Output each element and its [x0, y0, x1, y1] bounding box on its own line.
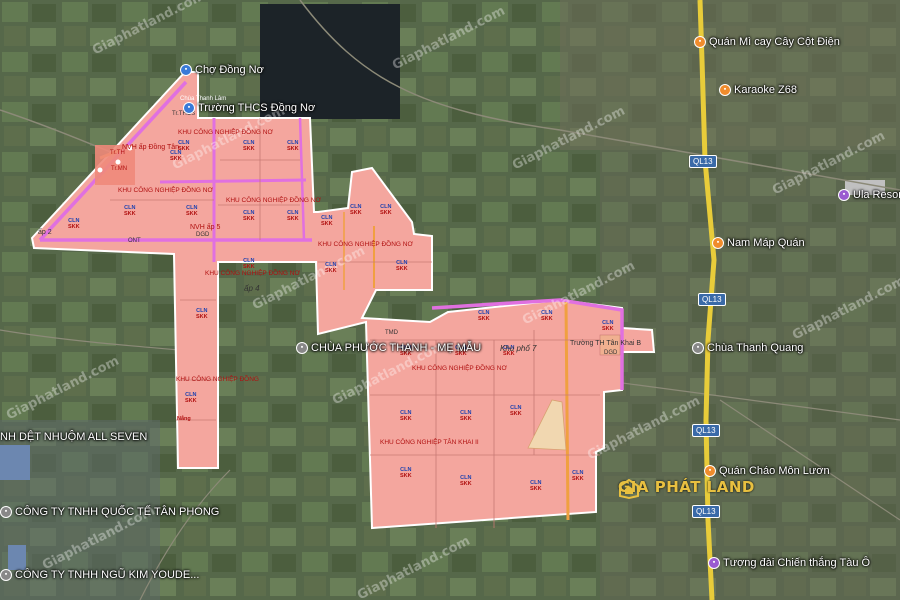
zone-label: KHU CÔNG NGHIỆP ĐỒNG NƠ [178, 129, 274, 136]
zone-label: KHU CÔNG NGHIỆP ĐỒNG NƠ [118, 187, 214, 194]
poi-cong-ty-tan-phong[interactable]: ▪ CÔNG TY TNHH QUỐC TẾ TÂN PHONG [0, 506, 219, 518]
parcel-label: CLN SKK [350, 204, 362, 216]
zone-label: KHU CÔNG NGHIỆP ĐỒNG NƠ [412, 365, 508, 372]
place-label: NVH ấp Đồng Tân [122, 144, 180, 151]
poi-nam-map-quan[interactable]: ▪ Nam Máp Quán [712, 237, 805, 249]
parcel-label: CLN SKK [321, 215, 333, 227]
school-icon: ▪ [183, 102, 195, 114]
parcel-label: CLN SKK [287, 210, 299, 222]
poi-cong-ty-ngu-kim[interactable]: ▪ CÔNG TY TNHH NGŨ KIM YOUDE... [0, 569, 199, 581]
resort-icon: ▪ [838, 189, 850, 201]
highway-badge: QL13 [692, 424, 720, 437]
place-label: DGD [604, 350, 618, 356]
poi-cho-dong-no[interactable]: ▪ Chợ Đồng Nơ [180, 64, 264, 76]
company-icon: ▪ [0, 506, 12, 518]
parcel-label: CLN SKK [186, 205, 198, 217]
poi-ula-resort[interactable]: ▪Ula Resort Củ Chi [838, 189, 900, 201]
parcel-label: CLN SKK [460, 475, 472, 487]
restaurant-icon: ▪ [704, 465, 716, 477]
poi-det-nhuom-all-seven[interactable]: NH DỆT NHUỘM ALL SEVEN [0, 431, 147, 443]
zone-label: KHU CÔNG NGHIỆP ĐỒNG NƠ [318, 241, 414, 248]
zone-label: KHU CÔNG NGHIỆP ĐỒNG [176, 376, 259, 383]
parcel-label: CLN SKK [396, 260, 408, 272]
place-label: Khu phố 7 [500, 344, 537, 353]
planning-map[interactable]: Giaphatland.com Giaphatland.com Giaphatl… [0, 0, 900, 600]
parcel-label: CLN SKK [287, 140, 299, 152]
highway-badge: QL13 [689, 155, 717, 168]
parcel-label: CLN SKK [530, 480, 542, 492]
poi-quan-chao-mon-luon[interactable]: ▪ Quán Cháo Môn Lươn [704, 465, 830, 477]
highway-badge: QL13 [692, 505, 720, 518]
gia-phat-land-logo: GIA PHÁT LAND [618, 478, 755, 500]
parcel-label: CLN SKK [243, 258, 255, 270]
parcel-label: CLN SKK [380, 204, 392, 216]
parcel-label: Nắng [177, 416, 191, 422]
zone-label: KHU CÔNG NGHIỆP ĐỒNG NƠ [205, 270, 301, 277]
parcel-label: CLN SKK [572, 470, 584, 482]
company-icon: ▪ [0, 569, 12, 581]
poi-quan-mi-cay[interactable]: ▪ Quán Mì cay Cây Cột Điện [694, 36, 840, 48]
place-label: ấp 2 [38, 229, 52, 236]
poi-chua-phuoc-thanh[interactable]: ▪ CHÙA PHƯỚC THẠNH - MẸ MẪU [296, 342, 481, 354]
parcel-label: CLN SKK [124, 205, 136, 217]
highway-badge: QL13 [698, 293, 726, 306]
parcel-label: CLN SKK [243, 140, 255, 152]
zone-label: KHU CÔNG NGHIỆP ĐỒNG NƠ [226, 197, 322, 204]
parcel-label: CLN SKK [196, 308, 208, 320]
parcel-label: CLN SKK [478, 310, 490, 322]
parcel-label: CLN SKK [243, 210, 255, 222]
poi-tuong-dai-tau-o[interactable]: ▪ Tượng đài Chiến thắng Tàu Ô [708, 557, 870, 569]
parcel-label: CLN SKK [400, 467, 412, 479]
place-label: DGD [196, 232, 210, 238]
poi-truong-thcs-dong-no[interactable]: ▪ Trường THCS Đồng Nơ [183, 102, 315, 114]
parcel-label: CLN SKK [602, 320, 614, 332]
monument-icon: ▪ [708, 557, 720, 569]
zone-label: KHU CÔNG NGHIỆP TÂN KHAI II [380, 439, 479, 446]
place-label: Trường TH Tân Khai B [570, 340, 642, 347]
parcel-label: CLN SKK [460, 410, 472, 422]
karaoke-icon: ▪ [719, 84, 731, 96]
place-label: TMD [385, 330, 398, 336]
place-label: ONT [128, 238, 141, 244]
parcel-label: CLN SKK [541, 310, 553, 322]
parcel-label: CLN SKK [185, 392, 197, 404]
logo-mark-icon [619, 478, 639, 500]
parcel-label: CLN SKK [510, 405, 522, 417]
place-label: ấp 4 [244, 284, 260, 293]
place-label: NVH ấp 5 [190, 224, 221, 231]
poi-chua-thanh-quang[interactable]: ▪ Chùa Thanh Quang [692, 342, 803, 354]
place-label: Tr.MN [111, 166, 128, 172]
temple-icon: ▪ [296, 342, 308, 354]
parcel-label: CLN SKK [68, 218, 80, 230]
poi-karaoke-z68[interactable]: ▪ Karaoke Z68 [719, 84, 797, 96]
parcel-label: CLN SKK [400, 410, 412, 422]
restaurant-icon: ▪ [712, 237, 724, 249]
parcel-label: CLN SKK [170, 150, 182, 162]
place-label: Tr.TH [110, 150, 125, 156]
restaurant-icon: ▪ [694, 36, 706, 48]
parcel-label: CLN SKK [325, 262, 337, 274]
market-icon: ▪ [180, 64, 192, 76]
temple-icon: ▪ [692, 342, 704, 354]
